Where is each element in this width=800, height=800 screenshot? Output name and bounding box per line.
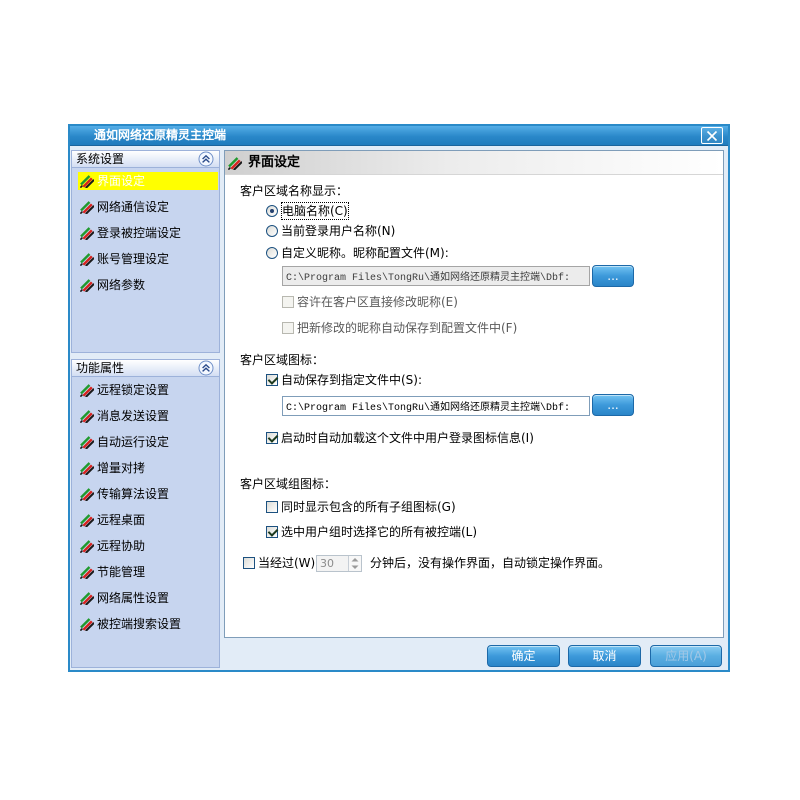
close-button[interactable] (701, 127, 723, 144)
sidebar-item-label: 账号管理设定 (97, 252, 170, 266)
sidebar-item-label: 远程桌面 (97, 513, 146, 527)
checkbox[interactable] (243, 557, 255, 569)
striped-pencil-icon (80, 565, 94, 579)
checkbox[interactable] (266, 374, 278, 386)
sidebar-item-network-communication[interactable]: 网络通信设定 (72, 194, 219, 220)
sidebar-item-remote-lock[interactable]: 远程锁定设置 (72, 377, 219, 403)
sidebar-item-label: 被控端搜索设置 (97, 617, 182, 631)
settings-window: 通如网络还原精灵主控端 系统设置 界面设定 网络通信设定 登录被控端设定 账号管… (68, 124, 730, 672)
radio-button[interactable] (266, 225, 278, 237)
sidebar-item-power-management[interactable]: 节能管理 (72, 559, 219, 585)
sidebar-item-auto-run[interactable]: 自动运行设定 (72, 429, 219, 455)
window-title: 通如网络还原精灵主控端 (94, 128, 227, 142)
sidebar-item-label: 远程协助 (97, 539, 146, 553)
striped-pencil-icon (80, 200, 94, 214)
lock-minutes-input[interactable] (317, 556, 348, 571)
sidebar-item-label: 界面设定 (97, 174, 146, 188)
striped-pencil-icon (80, 461, 94, 475)
radio-label: 电脑名称(C) (281, 202, 349, 220)
sidebar-item-remote-assist[interactable]: 远程协助 (72, 533, 219, 559)
sidebar-item-label: 节能管理 (97, 565, 146, 579)
section-label-icons: 客户区域图标： (240, 353, 325, 367)
sidebar-item-network-parameters[interactable]: 网络参数 (72, 272, 219, 298)
panel-function-properties: 功能属性 远程锁定设置 消息发送设置 自动运行设定 增量对拷 传输算法设置 远程… (71, 359, 220, 668)
sidebar-item-label: 自动运行设定 (97, 435, 170, 449)
sidebar-item-label: 增量对拷 (97, 461, 146, 475)
auto-lock-description: 分钟后，没有操作界面，自动锁定操作界面。 (370, 556, 611, 570)
sidebar-item-label: 传输算法设置 (97, 487, 170, 501)
checkbox-label: 把新修改的昵称自动保存到配置文件中(F) (297, 321, 518, 335)
sidebar-item-transfer-algorithm[interactable]: 传输算法设置 (72, 481, 219, 507)
sidebar-item-remote-desktop[interactable]: 远程桌面 (72, 507, 219, 533)
browse-nickname-file-button[interactable]: ... (592, 265, 634, 287)
sidebar-item-label: 远程锁定设置 (97, 383, 170, 397)
double-chevron-up-icon[interactable] (198, 360, 214, 376)
sidebar-item-label: 网络通信设定 (97, 200, 170, 214)
panel-title: 功能属性 (76, 361, 125, 375)
apply-button[interactable]: 应用(A) (650, 645, 722, 667)
arrow-up-icon[interactable] (351, 557, 359, 562)
sidebar-item-login-client[interactable]: 登录被控端设定 (72, 220, 219, 246)
checkbox[interactable] (266, 432, 278, 444)
checkbox[interactable] (266, 501, 278, 513)
sidebar-item-label: 网络属性设置 (97, 591, 170, 605)
panel-header-function-properties[interactable]: 功能属性 (72, 360, 219, 377)
nickname-file-path-input[interactable] (282, 266, 590, 286)
checkbox[interactable] (282, 322, 294, 334)
arrow-down-icon[interactable] (351, 565, 359, 570)
striped-pencil-icon (228, 156, 242, 170)
sidebar-item-label: 登录被控端设定 (97, 226, 182, 240)
section-label-group-icons: 客户区域组图标： (240, 477, 337, 491)
lock-minutes-stepper[interactable] (316, 555, 362, 572)
striped-pencil-icon (80, 174, 94, 188)
sidebar-item-account-management[interactable]: 账号管理设定 (72, 246, 219, 272)
checkbox-label: 当经过(W) (258, 556, 316, 570)
striped-pencil-icon (80, 435, 94, 449)
checkbox-label: 容许在客户区直接修改昵称(E) (297, 295, 458, 309)
settings-content-panel: 界面设定 客户区域名称显示： 电脑名称(C) 当前登录用户名称(N) 自定义昵称… (224, 150, 724, 638)
striped-pencil-icon (80, 591, 94, 605)
stepper-buttons[interactable] (348, 556, 361, 571)
checkbox[interactable] (266, 526, 278, 538)
title-bar[interactable]: 通如网络还原精灵主控端 (70, 126, 728, 146)
striped-pencil-icon (80, 539, 94, 553)
radio-button[interactable] (266, 205, 278, 217)
sidebar-item-client-search[interactable]: 被控端搜索设置 (72, 611, 219, 637)
sidebar-item-label: 消息发送设置 (97, 409, 170, 423)
panel-title: 系统设置 (76, 152, 125, 166)
striped-pencil-icon (80, 513, 94, 527)
sidebar-item-incremental-copy[interactable]: 增量对拷 (72, 455, 219, 481)
sidebar-item-label: 网络参数 (97, 278, 146, 292)
sidebar-item-interface-settings[interactable]: 界面设定 (72, 168, 219, 194)
sidebar-item-network-properties[interactable]: 网络属性设置 (72, 585, 219, 611)
content-header: 界面设定 (225, 151, 723, 175)
striped-pencil-icon (80, 252, 94, 266)
double-chevron-up-icon[interactable] (198, 151, 214, 167)
striped-pencil-icon (80, 278, 94, 292)
striped-pencil-icon (80, 487, 94, 501)
panel-header-system-settings[interactable]: 系统设置 (72, 151, 219, 168)
sidebar-item-message-send[interactable]: 消息发送设置 (72, 403, 219, 429)
radio-label: 自定义昵称。昵称配置文件(M): (281, 246, 449, 260)
striped-pencil-icon (80, 226, 94, 240)
panel-system-settings: 系统设置 界面设定 网络通信设定 登录被控端设定 账号管理设定 网络参数 (71, 150, 220, 353)
page-title: 界面设定 (248, 155, 301, 170)
radio-button[interactable] (266, 247, 278, 259)
section-label-name-display: 客户区域名称显示： (240, 184, 349, 198)
striped-pencil-icon (80, 617, 94, 631)
checkbox[interactable] (282, 296, 294, 308)
cancel-button[interactable]: 取消 (568, 645, 641, 667)
checkbox-label: 选中用户组时选择它的所有被控端(L) (281, 525, 478, 539)
checkbox-label: 同时显示包含的所有子组图标(G) (281, 500, 456, 514)
browse-icon-file-button[interactable]: ... (592, 394, 634, 416)
ok-button[interactable]: 确定 (487, 645, 560, 667)
icon-file-path-input[interactable] (282, 396, 590, 416)
checkbox-label: 自动保存到指定文件中(S): (281, 373, 423, 387)
radio-label: 当前登录用户名称(N) (281, 224, 396, 238)
striped-pencil-icon (80, 383, 94, 397)
close-icon (706, 130, 718, 142)
checkbox-label: 启动时自动加载这个文件中用户登录图标信息(I) (281, 431, 534, 445)
striped-pencil-icon (80, 409, 94, 423)
